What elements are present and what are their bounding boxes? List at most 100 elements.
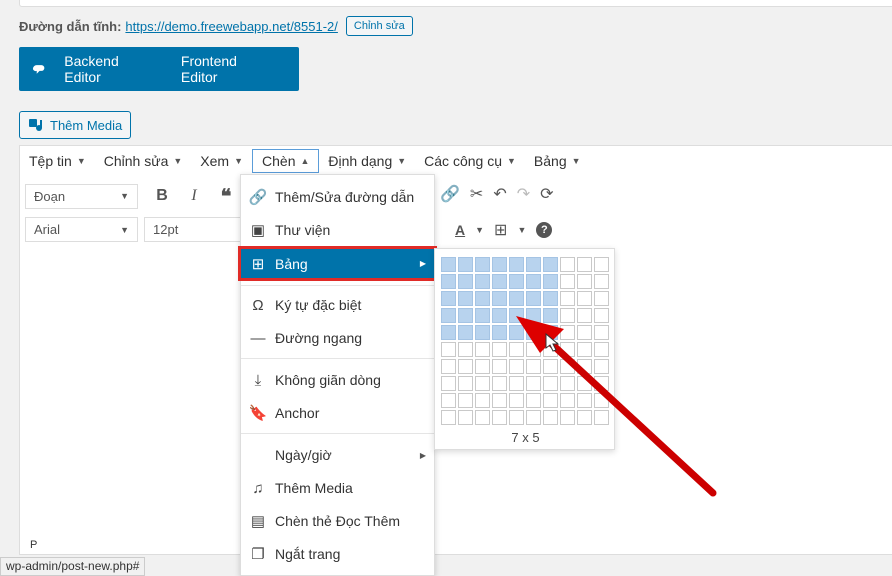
font-family-select[interactable]: Arial ▼ — [25, 217, 138, 242]
element-path[interactable]: P — [30, 539, 37, 551]
menu-tools[interactable]: Các công cụ ▼ — [415, 149, 525, 173]
table-grid-cell[interactable] — [543, 274, 558, 289]
insert-special-char-item[interactable]: Ω Ký tự đặc biệt — [241, 290, 434, 320]
table-grid-cell[interactable] — [441, 393, 456, 408]
table-grid-cell[interactable] — [509, 376, 524, 391]
table-grid-cell[interactable] — [560, 393, 575, 408]
table-grid-cell[interactable] — [594, 342, 609, 357]
menu-format[interactable]: Định dạng ▼ — [319, 149, 415, 173]
backend-editor-button[interactable]: Backend Editor — [64, 53, 155, 85]
menu-file[interactable]: Tệp tin ▼ — [20, 149, 95, 173]
table-grid-cell[interactable] — [526, 393, 541, 408]
title-input[interactable] — [19, 0, 892, 7]
table-grid-cell[interactable] — [492, 376, 507, 391]
menu-edit[interactable]: Chỉnh sửa ▼ — [95, 149, 192, 173]
table-grid-cell[interactable] — [509, 393, 524, 408]
redo-icon[interactable]: ↷ — [517, 184, 530, 204]
table-grid-cell[interactable] — [492, 257, 507, 272]
menu-view[interactable]: Xem ▼ — [191, 149, 252, 173]
table-grid-cell[interactable] — [526, 342, 541, 357]
table-grid-cell[interactable] — [475, 376, 490, 391]
table-grid-cell[interactable] — [526, 359, 541, 374]
table-grid-cell[interactable] — [594, 274, 609, 289]
table-grid-cell[interactable] — [526, 325, 541, 340]
table-grid-cell[interactable] — [577, 342, 592, 357]
link-icon[interactable]: 🔗 — [440, 184, 460, 204]
table-grid-cell[interactable] — [560, 291, 575, 306]
insert-anchor-item[interactable]: 🔖 Anchor — [241, 398, 434, 428]
paragraph-format-select[interactable]: Đoạn ▼ — [25, 183, 138, 209]
table-grid-cell[interactable] — [441, 376, 456, 391]
table-grid-cell[interactable] — [526, 274, 541, 289]
table-grid-cell[interactable] — [543, 257, 558, 272]
table-grid-cell[interactable] — [577, 376, 592, 391]
table-grid-cell[interactable] — [543, 325, 558, 340]
table-grid-cell[interactable] — [577, 257, 592, 272]
table-grid-cell[interactable] — [492, 410, 507, 425]
frontend-editor-button[interactable]: Frontend Editor — [181, 53, 273, 85]
table-grid-cell[interactable] — [543, 393, 558, 408]
table-grid-cell[interactable] — [560, 410, 575, 425]
table-grid-cell[interactable] — [458, 393, 473, 408]
table-grid-cell[interactable] — [475, 342, 490, 357]
table-grid-cell[interactable] — [577, 274, 592, 289]
table-grid-cell[interactable] — [475, 393, 490, 408]
table-grid-cell[interactable] — [594, 325, 609, 340]
table-grid-cell[interactable] — [560, 274, 575, 289]
blockquote-icon[interactable]: ❝ — [210, 184, 242, 209]
table-grid-cell[interactable] — [492, 393, 507, 408]
menu-table[interactable]: Bảng ▼ — [525, 149, 590, 173]
table-grid-cell[interactable] — [458, 274, 473, 289]
table-grid-cell[interactable] — [560, 257, 575, 272]
table-grid-cell[interactable] — [594, 308, 609, 323]
table-grid-cell[interactable] — [577, 308, 592, 323]
table-grid-cell[interactable] — [577, 291, 592, 306]
table-grid-cell[interactable] — [509, 274, 524, 289]
table-grid-cell[interactable] — [441, 291, 456, 306]
insert-gallery-item[interactable]: ▣ Thư viện — [241, 215, 434, 245]
table-grid-cell[interactable] — [526, 257, 541, 272]
table-grid-cell[interactable] — [594, 291, 609, 306]
table-grid-cell[interactable] — [441, 359, 456, 374]
table-grid-cell[interactable] — [458, 291, 473, 306]
table-grid-cell[interactable] — [594, 359, 609, 374]
font-size-select[interactable]: 12pt — [144, 217, 244, 242]
table-grid[interactable] — [441, 257, 609, 425]
table-grid-cell[interactable] — [526, 410, 541, 425]
permalink-edit-button[interactable]: Chỉnh sửa — [345, 16, 413, 36]
table-grid-cell[interactable] — [458, 376, 473, 391]
table-grid-cell[interactable] — [577, 393, 592, 408]
table-grid-cell[interactable] — [458, 308, 473, 323]
undo-icon[interactable]: ↶ — [493, 184, 506, 204]
table-grid-cell[interactable] — [441, 325, 456, 340]
insert-hr-item[interactable]: — Đường ngang — [241, 323, 434, 353]
table-grid-cell[interactable] — [509, 359, 524, 374]
table-grid-cell[interactable] — [458, 257, 473, 272]
table-grid-cell[interactable] — [509, 257, 524, 272]
table-grid-cell[interactable] — [475, 308, 490, 323]
insert-read-more-item[interactable]: ▤ Chèn thẻ Đọc Thêm — [241, 506, 434, 536]
menu-insert[interactable]: Chèn ▲ — [252, 149, 320, 173]
table-grid-cell[interactable] — [441, 410, 456, 425]
table-grid-cell[interactable] — [594, 376, 609, 391]
table-grid-cell[interactable] — [458, 325, 473, 340]
table-grid-cell[interactable] — [560, 376, 575, 391]
table-grid-cell[interactable] — [509, 308, 524, 323]
table-grid-cell[interactable] — [458, 342, 473, 357]
table-grid-cell[interactable] — [441, 274, 456, 289]
insert-page-break-item[interactable]: ❐ Ngắt trang — [241, 539, 434, 569]
table-grid-cell[interactable] — [577, 410, 592, 425]
table-grid-cell[interactable] — [526, 308, 541, 323]
unlink-icon[interactable]: ✂ — [470, 184, 483, 204]
table-grid-cell[interactable] — [560, 325, 575, 340]
table-grid-cell[interactable] — [475, 410, 490, 425]
table-grid-cell[interactable] — [475, 274, 490, 289]
text-color-icon[interactable]: A — [455, 222, 465, 238]
table-grid-cell[interactable] — [475, 325, 490, 340]
insert-nonbreaking-item[interactable]: ⤓ Không giãn dòng — [241, 365, 434, 395]
insert-link-item[interactable]: 🔗 Thêm/Sửa đường dẫn — [241, 182, 434, 212]
table-grid-cell[interactable] — [560, 308, 575, 323]
table-icon[interactable]: ⊞ — [494, 220, 507, 240]
table-grid-cell[interactable] — [560, 359, 575, 374]
table-grid-cell[interactable] — [441, 342, 456, 357]
